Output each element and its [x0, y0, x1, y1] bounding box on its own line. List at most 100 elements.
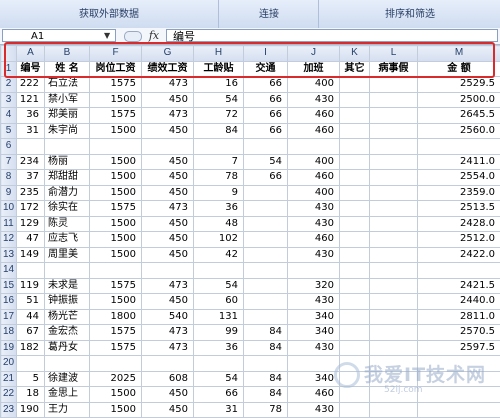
- cell[interactable]: 473: [142, 278, 194, 294]
- cell[interactable]: 340: [288, 325, 340, 341]
- column-header[interactable]: J: [288, 46, 340, 62]
- column-header[interactable]: A: [17, 46, 45, 62]
- cell[interactable]: [370, 154, 418, 170]
- cell[interactable]: 340: [288, 309, 340, 325]
- cell[interactable]: [340, 325, 370, 341]
- cell[interactable]: 1800: [90, 309, 142, 325]
- cell[interactable]: [340, 387, 370, 403]
- select-all-corner[interactable]: [1, 46, 17, 62]
- cell[interactable]: [142, 356, 194, 372]
- cell[interactable]: 1575: [90, 325, 142, 341]
- row-header[interactable]: 7: [1, 154, 17, 170]
- cell[interactable]: 2422.0: [418, 247, 500, 263]
- formula-bar-expand-handle[interactable]: [124, 31, 142, 42]
- cell[interactable]: 金思上: [45, 387, 90, 403]
- cell[interactable]: 2411.0: [418, 154, 500, 170]
- cell[interactable]: 1575: [90, 77, 142, 93]
- cell[interactable]: [194, 139, 244, 155]
- cell[interactable]: [370, 340, 418, 356]
- cell[interactable]: 1500: [90, 402, 142, 418]
- cell[interactable]: 18: [17, 387, 45, 403]
- cell[interactable]: 2811.0: [418, 309, 500, 325]
- cell[interactable]: [244, 309, 288, 325]
- cell[interactable]: 190: [17, 402, 45, 418]
- header-cell[interactable]: 金 额: [418, 61, 500, 77]
- cell[interactable]: [17, 139, 45, 155]
- cell[interactable]: [90, 263, 142, 279]
- cell[interactable]: 37: [17, 170, 45, 186]
- cell[interactable]: 222: [17, 77, 45, 93]
- cell[interactable]: 2421.5: [418, 278, 500, 294]
- header-cell[interactable]: 岗位工资: [90, 61, 142, 77]
- cell[interactable]: [418, 263, 500, 279]
- row-header[interactable]: 18: [1, 325, 17, 341]
- cell[interactable]: 450: [142, 170, 194, 186]
- ribbon-group-sort-filter[interactable]: 排序和筛选: [318, 0, 500, 28]
- cell[interactable]: 16: [194, 77, 244, 93]
- cell[interactable]: [418, 371, 500, 387]
- cell[interactable]: [370, 170, 418, 186]
- row-header[interactable]: 11: [1, 216, 17, 232]
- cell[interactable]: 1500: [90, 170, 142, 186]
- header-cell[interactable]: 其它: [340, 61, 370, 77]
- cell[interactable]: 2500.0: [418, 92, 500, 108]
- cell[interactable]: 149: [17, 247, 45, 263]
- row-header[interactable]: 10: [1, 201, 17, 217]
- cell[interactable]: 473: [142, 77, 194, 93]
- row-header[interactable]: 6: [1, 139, 17, 155]
- cell[interactable]: 66: [244, 92, 288, 108]
- cell[interactable]: [370, 247, 418, 263]
- row-header[interactable]: 2: [1, 77, 17, 93]
- ribbon-group-connections[interactable]: 连接: [218, 0, 319, 28]
- cell[interactable]: [370, 356, 418, 372]
- cell[interactable]: 320: [288, 278, 340, 294]
- cell[interactable]: 430: [288, 247, 340, 263]
- cell[interactable]: 450: [142, 232, 194, 248]
- cell[interactable]: [340, 123, 370, 139]
- cell[interactable]: [244, 247, 288, 263]
- cell[interactable]: 2560.0: [418, 123, 500, 139]
- cell[interactable]: [340, 340, 370, 356]
- column-header[interactable]: L: [370, 46, 418, 62]
- cell[interactable]: [340, 201, 370, 217]
- cell[interactable]: [418, 139, 500, 155]
- cell[interactable]: [340, 92, 370, 108]
- cell[interactable]: 1500: [90, 387, 142, 403]
- cell[interactable]: [370, 278, 418, 294]
- cell[interactable]: [370, 371, 418, 387]
- cell[interactable]: [17, 263, 45, 279]
- cell[interactable]: 葛丹女: [45, 340, 90, 356]
- row-header[interactable]: 15: [1, 278, 17, 294]
- cell[interactable]: 1500: [90, 154, 142, 170]
- cell[interactable]: [142, 263, 194, 279]
- cell[interactable]: [370, 92, 418, 108]
- cell[interactable]: [340, 247, 370, 263]
- cell[interactable]: 608: [142, 371, 194, 387]
- row-header[interactable]: 3: [1, 92, 17, 108]
- cell[interactable]: 72: [194, 108, 244, 124]
- cell[interactable]: [340, 154, 370, 170]
- cell[interactable]: 473: [142, 108, 194, 124]
- cell[interactable]: [244, 139, 288, 155]
- cell[interactable]: 235: [17, 185, 45, 201]
- cell[interactable]: 450: [142, 185, 194, 201]
- cell[interactable]: 石立法: [45, 77, 90, 93]
- cell[interactable]: 102: [194, 232, 244, 248]
- cell[interactable]: 460: [288, 387, 340, 403]
- cell[interactable]: 徐建波: [45, 371, 90, 387]
- cell[interactable]: 78: [194, 170, 244, 186]
- cell[interactable]: [244, 216, 288, 232]
- column-header[interactable]: H: [194, 46, 244, 62]
- cell[interactable]: 450: [142, 92, 194, 108]
- cell[interactable]: 36: [194, 340, 244, 356]
- header-cell[interactable]: 工龄贴: [194, 61, 244, 77]
- cell[interactable]: 400: [288, 77, 340, 93]
- column-header[interactable]: I: [244, 46, 288, 62]
- cell[interactable]: 王力: [45, 402, 90, 418]
- cell[interactable]: 2440.0: [418, 294, 500, 310]
- cell[interactable]: [370, 294, 418, 310]
- cell[interactable]: [418, 356, 500, 372]
- cell[interactable]: 450: [142, 402, 194, 418]
- row-header[interactable]: 9: [1, 185, 17, 201]
- cell[interactable]: [340, 402, 370, 418]
